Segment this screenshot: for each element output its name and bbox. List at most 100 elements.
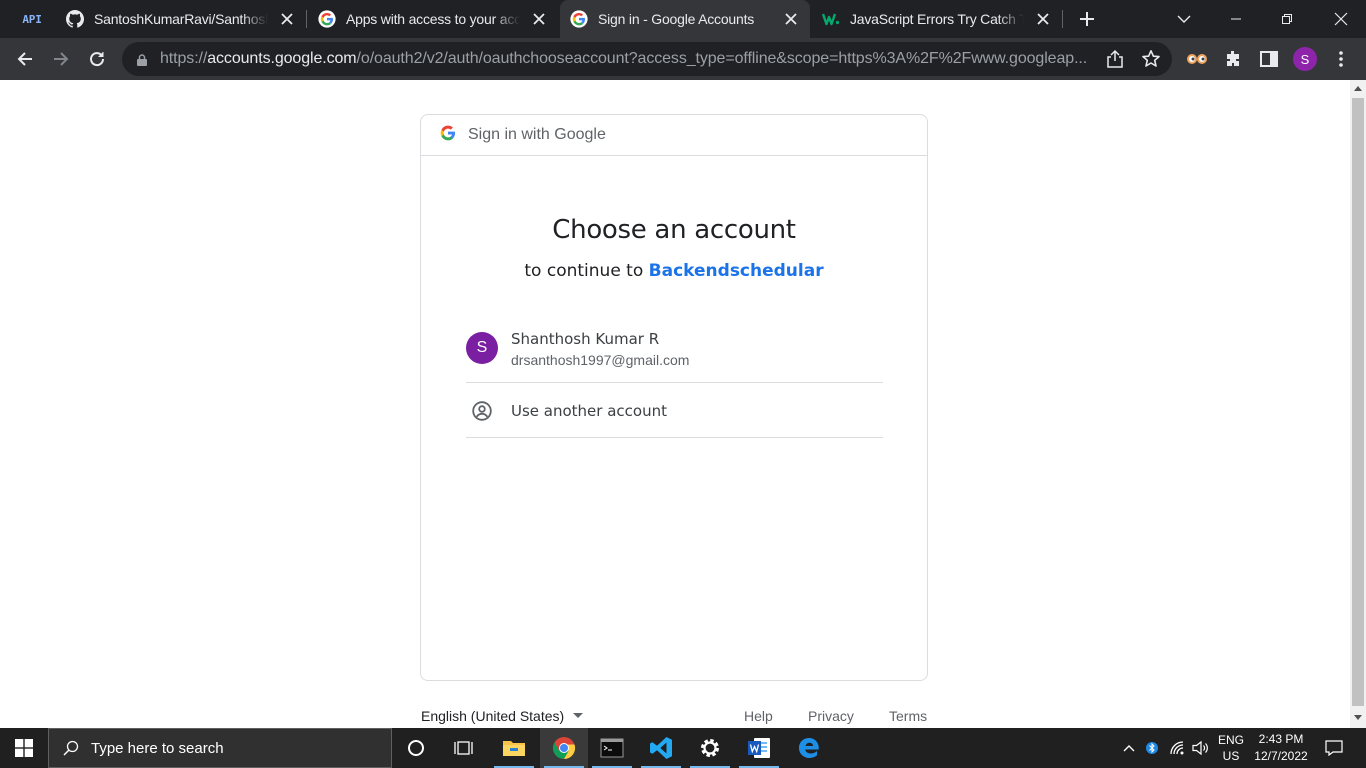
scrollbar-thumb[interactable] bbox=[1352, 98, 1364, 706]
page-content: Sign in with Google Choose an account to… bbox=[0, 80, 1350, 728]
minimize-button[interactable] bbox=[1212, 0, 1260, 38]
chrome-taskbar-button[interactable] bbox=[540, 728, 588, 768]
close-tab-icon[interactable] bbox=[530, 10, 548, 28]
card-header: Sign in with Google bbox=[421, 115, 927, 156]
restore-button[interactable] bbox=[1263, 0, 1311, 38]
new-tab-button[interactable] bbox=[1063, 0, 1111, 38]
account-item[interactable]: S Shanthosh Kumar R drsanthosh1997@gmail… bbox=[466, 315, 883, 383]
use-another-account-label: Use another account bbox=[511, 402, 667, 420]
start-button[interactable] bbox=[0, 728, 48, 768]
share-icon[interactable] bbox=[1105, 49, 1125, 74]
account-circle-icon bbox=[472, 401, 492, 426]
account-email: drsanthosh1997@gmail.com bbox=[511, 352, 690, 368]
taskbar-search-box[interactable]: Type here to search bbox=[48, 728, 392, 768]
scroll-up-icon[interactable] bbox=[1354, 85, 1362, 91]
google-g-icon bbox=[440, 125, 456, 146]
pinned-tab-api[interactable]: API bbox=[8, 0, 56, 38]
speaker-icon bbox=[1192, 740, 1208, 756]
page-title: Choose an account bbox=[552, 215, 796, 245]
google-g-icon bbox=[318, 10, 336, 28]
restore-icon bbox=[1282, 14, 1292, 24]
close-tab-icon[interactable] bbox=[782, 10, 800, 28]
profile-avatar: S bbox=[1293, 47, 1317, 71]
network-tray-button[interactable] bbox=[1167, 728, 1189, 768]
kebab-menu-icon bbox=[1339, 51, 1343, 67]
use-another-account-item[interactable]: Use another account bbox=[466, 383, 883, 438]
search-placeholder: Type here to search bbox=[91, 739, 224, 757]
api-favicon: API bbox=[22, 12, 42, 26]
page-subtitle: to continue to Backendschedular bbox=[421, 261, 927, 281]
reload-button[interactable] bbox=[81, 43, 113, 75]
language-label: English (United States) bbox=[421, 708, 565, 724]
browser-toolbar: https://accounts.google.com/o/oauth2/v2/… bbox=[0, 38, 1366, 80]
profile-button[interactable]: S bbox=[1289, 43, 1321, 75]
search-icon bbox=[63, 740, 79, 756]
volume-tray-button[interactable] bbox=[1190, 728, 1212, 768]
language-code: ENG bbox=[1217, 733, 1244, 747]
url-text[interactable]: https://accounts.google.com/o/oauth2/v2/… bbox=[160, 42, 1087, 76]
file-explorer-button[interactable] bbox=[490, 728, 538, 768]
terminal-icon bbox=[600, 738, 624, 758]
browser-tab-strip: API SantoshKumarRavi/Santhoshk Apps with… bbox=[0, 0, 1366, 38]
extensions-button[interactable] bbox=[1217, 43, 1249, 75]
help-link[interactable]: Help bbox=[744, 708, 773, 724]
url-scheme: https:// bbox=[160, 50, 208, 67]
chevron-up-icon bbox=[1123, 745, 1135, 752]
clock-date: 12/7/2022 bbox=[1254, 749, 1308, 763]
folder-icon bbox=[503, 741, 525, 756]
tab-title: SantoshKumarRavi/Santhoshk bbox=[94, 11, 268, 27]
bluetooth-icon bbox=[1146, 742, 1158, 754]
privacy-link[interactable]: Privacy bbox=[808, 708, 854, 724]
forward-button[interactable] bbox=[45, 43, 77, 75]
tab-apps-access[interactable]: Apps with access to your acco bbox=[308, 0, 558, 38]
show-hidden-icons-button[interactable] bbox=[1120, 728, 1138, 768]
account-name: Shanthosh Kumar R bbox=[511, 330, 660, 348]
clock-button[interactable]: 2:43 PM 12/7/2022 bbox=[1250, 728, 1312, 768]
tab-javascript-errors[interactable]: JavaScript Errors Try Catch Thr bbox=[812, 0, 1062, 38]
puzzle-icon bbox=[1227, 51, 1239, 66]
task-view-icon bbox=[454, 741, 473, 755]
bookmark-star-icon[interactable] bbox=[1141, 49, 1161, 74]
tab-github[interactable]: SantoshKumarRavi/Santhoshk bbox=[56, 0, 306, 38]
close-window-button[interactable] bbox=[1316, 0, 1366, 38]
terms-link[interactable]: Terms bbox=[889, 708, 927, 724]
tab-search-button[interactable] bbox=[1160, 0, 1208, 38]
scrollbar[interactable] bbox=[1350, 80, 1366, 728]
extension-eyes-button[interactable] bbox=[1181, 43, 1213, 75]
lock-icon[interactable] bbox=[137, 53, 147, 71]
back-button[interactable] bbox=[9, 43, 41, 75]
action-center-button[interactable] bbox=[1318, 728, 1350, 768]
extension-eyes-icon bbox=[1187, 54, 1207, 64]
card-header-label: Sign in with Google bbox=[468, 126, 606, 143]
tab-title: Sign in - Google Accounts bbox=[598, 11, 755, 27]
input-language-button[interactable]: ENG US bbox=[1213, 728, 1249, 768]
terminal-button[interactable] bbox=[588, 728, 636, 768]
minimize-icon bbox=[1231, 18, 1241, 20]
bluetooth-tray-button[interactable] bbox=[1143, 728, 1161, 768]
vscode-icon bbox=[650, 737, 672, 759]
side-panel-button[interactable] bbox=[1253, 43, 1285, 75]
app-name-link[interactable]: Backendschedular bbox=[649, 261, 824, 281]
footer: English (United States) Help Privacy Ter… bbox=[420, 708, 928, 728]
edge-icon bbox=[799, 738, 819, 758]
tab-title: Apps with access to your acco bbox=[346, 11, 520, 27]
notification-icon bbox=[1325, 740, 1343, 756]
gear-icon bbox=[701, 739, 719, 757]
close-icon bbox=[1334, 12, 1348, 26]
cortana-button[interactable] bbox=[392, 728, 440, 768]
windows-logo-icon bbox=[15, 739, 33, 757]
address-bar[interactable]: https://accounts.google.com/o/oauth2/v2/… bbox=[122, 42, 1172, 76]
close-tab-icon[interactable] bbox=[278, 10, 296, 28]
close-tab-icon[interactable] bbox=[1034, 10, 1052, 28]
scroll-down-icon[interactable] bbox=[1354, 715, 1362, 721]
language-select[interactable]: English (United States) bbox=[421, 708, 584, 724]
chrome-menu-button[interactable] bbox=[1325, 43, 1357, 75]
url-host: accounts.google.com bbox=[207, 50, 357, 67]
task-view-button[interactable] bbox=[440, 728, 488, 768]
edge-button[interactable] bbox=[785, 728, 833, 768]
vscode-button[interactable] bbox=[637, 728, 685, 768]
tab-sign-in-active[interactable]: Sign in - Google Accounts bbox=[560, 0, 810, 38]
settings-button[interactable] bbox=[686, 728, 734, 768]
word-button[interactable] bbox=[735, 728, 783, 768]
keyboard-layout: US bbox=[1222, 749, 1240, 763]
